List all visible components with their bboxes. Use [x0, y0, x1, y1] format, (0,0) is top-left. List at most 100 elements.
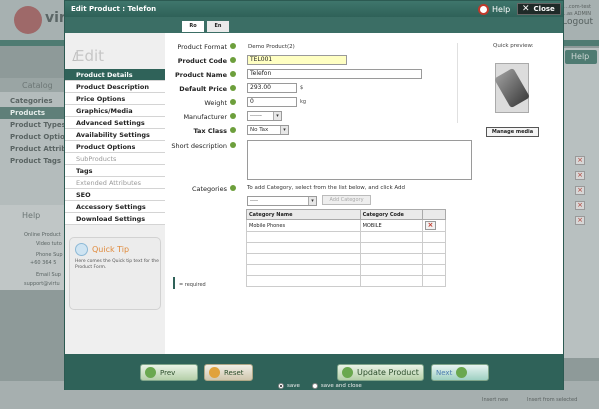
save-and-close-radio[interactable]: save and close — [311, 383, 362, 389]
reset-button[interactable]: Reset — [204, 364, 253, 381]
sidebar-item-product-types[interactable]: Product Types — [10, 121, 66, 129]
help-icon[interactable] — [230, 142, 236, 148]
logo-icon — [14, 6, 42, 34]
prev-button-label: Prev — [160, 368, 176, 377]
account-line-1: ...com-test — [564, 4, 591, 10]
edit-product-dialog: Edit Product : Telefon Help ✕ Close Ro E… — [64, 0, 564, 390]
nav-item-download-settings[interactable]: Download Settings — [65, 213, 165, 225]
delete-icon[interactable]: × — [575, 216, 585, 225]
help-icon[interactable] — [230, 113, 236, 119]
quick-tip-header: Quick Tip — [75, 243, 129, 256]
right-help-button[interactable]: Help — [565, 50, 597, 64]
next-button[interactable]: Next — [431, 364, 489, 381]
nav-item-advanced-settings[interactable]: Advanced Settings — [65, 117, 165, 129]
table-row: Mobile Phones MOBILE × — [246, 219, 447, 232]
tab-lang-ro[interactable]: Ro — [182, 21, 204, 32]
delete-icon[interactable]: × — [575, 201, 585, 210]
help-icon[interactable] — [230, 57, 236, 63]
actions-cell: × — [421, 219, 447, 232]
help-icon[interactable] — [230, 43, 236, 49]
phone-image-icon — [493, 67, 531, 109]
nav-item-subproducts[interactable]: SubProducts — [65, 153, 165, 165]
nav-item-product-options[interactable]: Product Options — [65, 141, 165, 153]
prev-button[interactable]: Prev — [140, 364, 198, 381]
required-note: = required — [179, 282, 206, 288]
chevron-down-icon: ▾ — [280, 126, 288, 134]
reset-icon — [209, 367, 220, 378]
help-icon[interactable] — [230, 127, 236, 133]
close-icon: ✕ — [522, 3, 530, 14]
category-select-value: ---- — [250, 198, 258, 204]
short-description-label: Short description — [171, 142, 227, 150]
nav-item-price-options[interactable]: Price Options — [65, 93, 165, 105]
radio-selected-icon — [278, 383, 284, 389]
nav-item-product-details[interactable]: Product Details — [65, 69, 165, 81]
tab-lang-en[interactable]: En — [207, 21, 229, 32]
manufacturer-value: ------ — [250, 113, 262, 119]
tax-class-value: No Tax — [250, 127, 269, 133]
help-icon[interactable] — [230, 99, 236, 105]
nav-item-seo[interactable]: SEO — [65, 189, 165, 201]
table-header-row: Category Name Category Code — [246, 209, 447, 220]
categories-hint: To add Category, select from the list be… — [247, 185, 406, 191]
close-button-label: Close — [533, 5, 555, 13]
save-radio[interactable]: save — [278, 383, 300, 389]
help-icon[interactable] — [230, 85, 236, 91]
column-header-category-name: Category Name — [246, 209, 361, 220]
section-nav: Edit Product Details Product Description P… — [65, 33, 165, 354]
table-row-empty — [246, 275, 447, 287]
manage-media-button[interactable]: Manage media — [486, 127, 539, 137]
edit-heading: Edit — [75, 47, 105, 65]
nav-item-tags[interactable]: Tags — [65, 165, 165, 177]
category-code-cell: MOBILE — [359, 219, 423, 232]
insert-selected-link[interactable]: Insert from selected — [527, 397, 577, 403]
add-category-button[interactable]: Add Category — [322, 195, 371, 205]
category-name-cell: Mobile Phones — [246, 219, 361, 232]
product-preview-image — [493, 63, 531, 113]
short-description-input[interactable] — [247, 140, 472, 180]
tax-class-select[interactable]: No Tax ▾ — [247, 125, 289, 135]
help-line: Video tuto — [36, 241, 62, 247]
help-button[interactable]: Help — [478, 3, 510, 15]
weight-label: Weight — [204, 99, 227, 107]
nav-item-accessory-settings[interactable]: Accessory Settings — [65, 201, 165, 213]
manufacturer-label: Manufacturer — [183, 113, 227, 121]
weight-input[interactable]: 0 — [247, 97, 297, 107]
nav-item-availability-settings[interactable]: Availability Settings — [65, 129, 165, 141]
section-nav-list: Product Details Product Description Price … — [65, 69, 165, 225]
delete-icon[interactable]: × — [575, 171, 585, 180]
delete-icon[interactable]: × — [575, 186, 585, 195]
table-row-empty — [246, 231, 447, 243]
help-icon[interactable] — [230, 71, 236, 77]
nav-item-product-description[interactable]: Product Description — [65, 81, 165, 93]
product-code-input[interactable]: TEL001 — [247, 55, 347, 65]
weight-unit: kg — [300, 99, 307, 105]
default-price-input[interactable]: 293.00 — [247, 83, 297, 93]
close-button[interactable]: ✕ Close — [517, 3, 561, 15]
default-price-label: Default Price — [179, 85, 227, 93]
delete-category-icon[interactable]: × — [424, 221, 436, 230]
delete-icon[interactable]: × — [575, 156, 585, 165]
product-format-value: Demo Product(2) — [248, 44, 295, 50]
lifebuoy-icon — [478, 3, 489, 15]
product-name-label: Product Name — [175, 71, 227, 79]
account-info: ...com-test ...as ADMIN — [562, 4, 591, 18]
dialog-content: Edit Product Details Product Description P… — [65, 33, 563, 354]
quick-preview-label: Quick preview: — [493, 43, 534, 49]
logout-link[interactable]: Logout — [562, 17, 593, 27]
help-icon[interactable] — [230, 185, 236, 191]
category-select[interactable]: ---- ▾ — [247, 196, 317, 206]
column-header-actions — [421, 209, 447, 220]
sidebar-item-categories[interactable]: Categories — [10, 97, 53, 105]
sidebar-item-products[interactable]: Products — [10, 109, 45, 117]
sidebar-item-product-tags[interactable]: Product Tags — [10, 157, 61, 165]
required-marker — [173, 277, 175, 289]
update-product-button[interactable]: Update Product — [337, 364, 424, 381]
help-button-label: Help — [492, 4, 511, 14]
product-name-input[interactable]: Telefon — [247, 69, 422, 79]
next-button-label: Next — [436, 368, 453, 377]
manufacturer-select[interactable]: ------ ▾ — [247, 111, 282, 121]
insert-new-link[interactable]: Insert new — [482, 397, 508, 403]
nav-item-graphics-media[interactable]: Graphics/Media — [65, 105, 165, 117]
nav-item-extended-attributes[interactable]: Extended Attributes — [65, 177, 165, 189]
